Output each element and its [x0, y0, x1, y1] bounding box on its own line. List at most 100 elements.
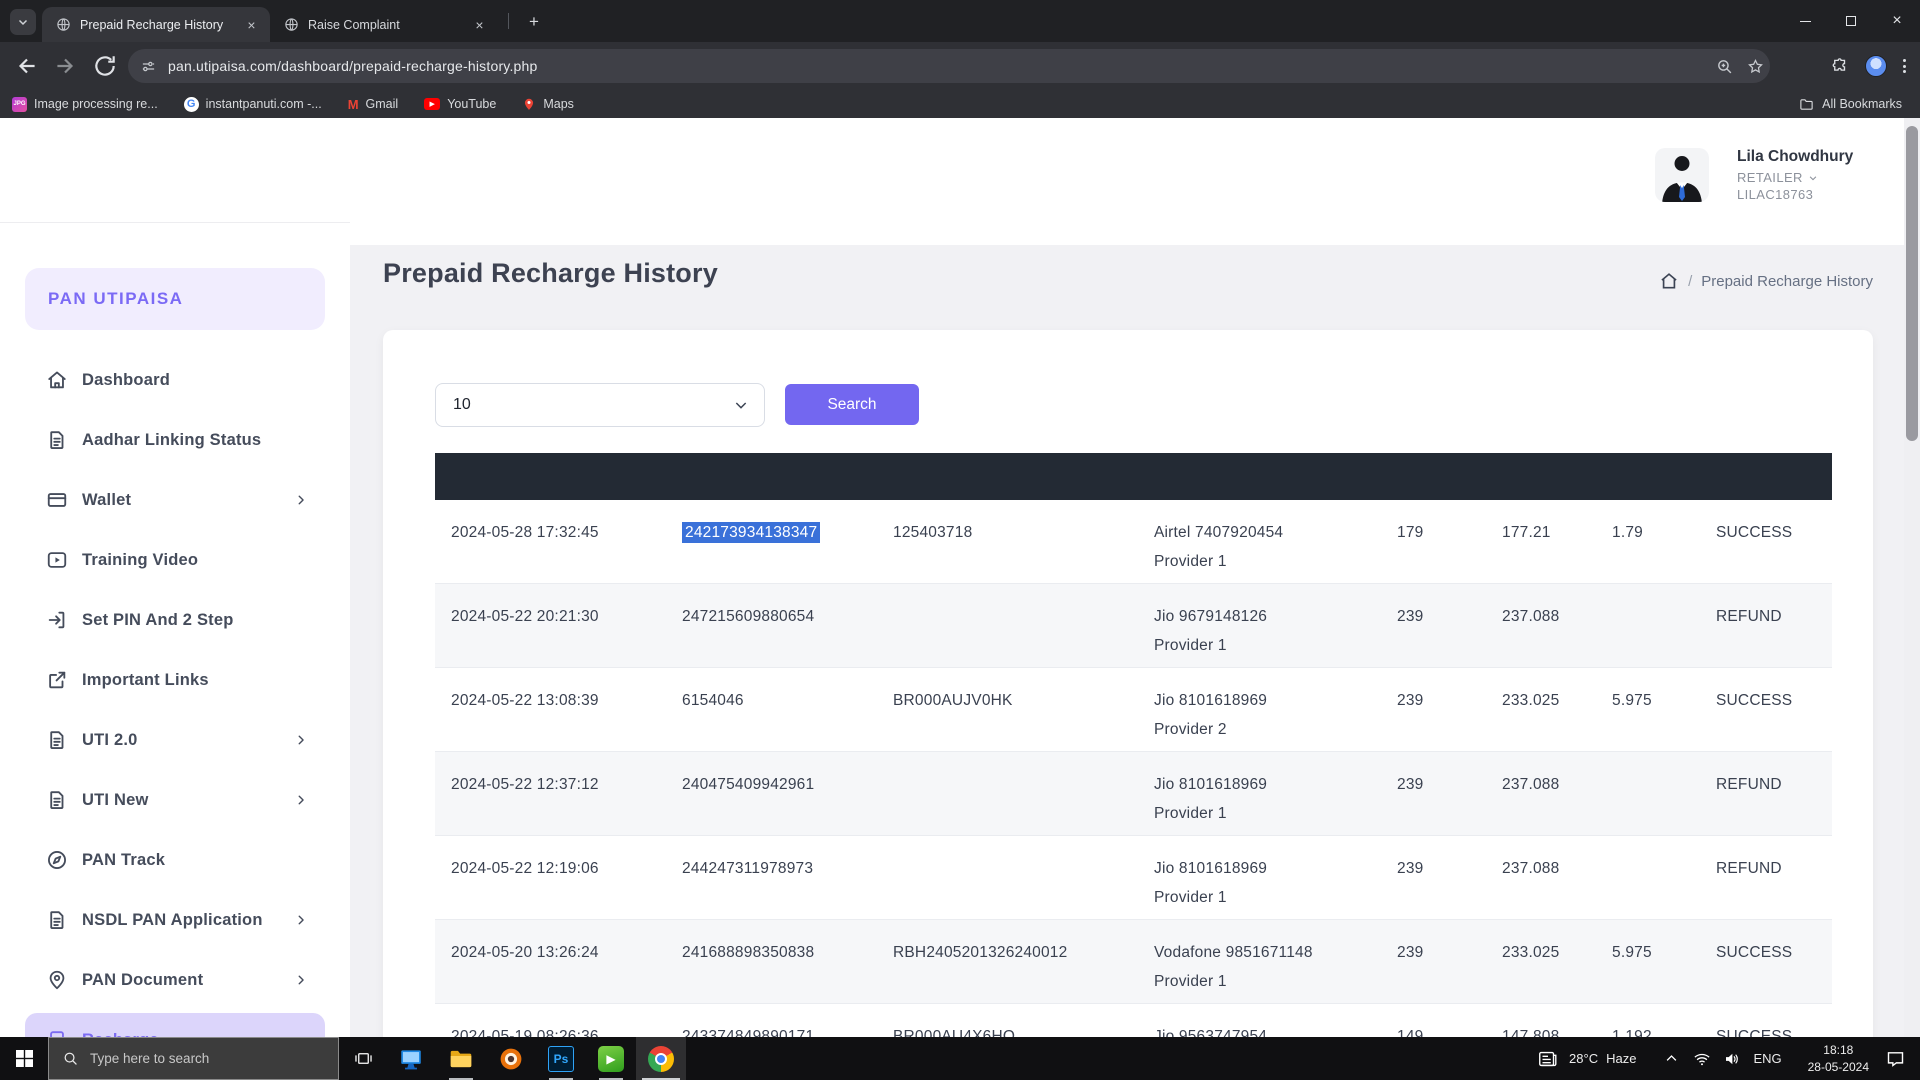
photoshop-button[interactable]: Ps — [536, 1037, 586, 1080]
table-row[interactable]: 2024-05-22 13:08:39 6154046 BR000AUJV0HK… — [435, 668, 1832, 752]
sidebar-item-label: Aadhar Linking Status — [82, 431, 261, 450]
language-indicator[interactable]: ENG — [1753, 1051, 1781, 1066]
minimize-button[interactable] — [1782, 0, 1828, 42]
site-settings-icon[interactable] — [141, 59, 156, 74]
menu-kebab-icon[interactable] — [1903, 59, 1906, 73]
chevron-right-icon — [294, 973, 308, 987]
start-button[interactable] — [0, 1037, 48, 1080]
monitor-icon — [398, 1046, 424, 1072]
url-bar[interactable]: pan.utipaisa.com/dashboard/prepaid-recha… — [128, 49, 1770, 83]
page-size-select[interactable]: 10 — [435, 383, 765, 427]
browser-tab[interactable]: Prepaid Recharge History × — [42, 7, 270, 42]
bookmark-label: Maps — [543, 97, 574, 111]
transaction-id-text: 6154046 — [682, 692, 744, 709]
news-weather-icon[interactable] — [1537, 1048, 1559, 1070]
cell-status: SUCCESS — [1700, 500, 1832, 583]
browser-tab[interactable]: Raise Complaint × — [270, 7, 498, 42]
bookmark-item[interactable]: Maps — [522, 97, 574, 111]
back-icon[interactable] — [14, 53, 40, 79]
cell-details: Vodafone 9851671148 Provider 1 — [1138, 920, 1381, 1003]
cell-earning — [1596, 752, 1700, 835]
cell-transaction-id: 244247311978973 — [666, 836, 877, 919]
cell-date: 2024-05-22 20:21:30 — [435, 584, 666, 667]
extensions-icon[interactable] — [1831, 57, 1849, 75]
taskbar-search-input[interactable] — [90, 1051, 290, 1066]
sidebar-item-label: Training Video — [82, 551, 198, 570]
search-icon — [63, 1051, 78, 1066]
new-tab-button[interactable]: + — [522, 10, 546, 34]
remote-desktop-button[interactable] — [386, 1037, 436, 1080]
table-row[interactable]: 2024-05-28 17:32:45 242173934138347 1254… — [435, 500, 1832, 584]
bookmark-item[interactable]: ▶ YouTube — [424, 97, 496, 111]
tab-divider — [508, 13, 509, 29]
notification-center-icon[interactable] — [1885, 1048, 1906, 1069]
bookmark-item[interactable]: M Gmail — [348, 97, 399, 112]
weather-condition-label[interactable]: Haze — [1606, 1051, 1636, 1066]
scrollbar[interactable] — [1904, 118, 1920, 1037]
sidebar-item[interactable]: NSDL PAN Application — [0, 890, 350, 950]
bookmark-item[interactable]: G instantpanuti.com -... — [184, 97, 322, 112]
chrome-button[interactable] — [636, 1037, 686, 1080]
scrollbar-thumb[interactable] — [1906, 126, 1918, 441]
profile-texts: Lila Chowdhury RETAILER LILAC18763 — [1737, 148, 1853, 202]
forward-icon[interactable] — [52, 53, 78, 79]
table-row[interactable]: 2024-05-22 12:19:06 244247311978973 Jio … — [435, 836, 1832, 920]
all-bookmarks-button[interactable]: All Bookmarks — [1799, 97, 1902, 112]
taskbar-search[interactable] — [48, 1037, 339, 1080]
tab-search-button[interactable] — [10, 9, 36, 35]
cell-debit: 233.025 — [1486, 668, 1596, 751]
browser-profile-avatar[interactable] — [1865, 55, 1887, 77]
clock[interactable]: 18:18 28-05-2024 — [1808, 1042, 1869, 1074]
temperature-label[interactable]: 28°C — [1569, 1051, 1598, 1066]
cell-date: 2024-05-20 13:26:24 — [435, 920, 666, 1003]
video-icon — [46, 549, 68, 571]
orange-app-button[interactable] — [486, 1037, 536, 1080]
maximize-button[interactable] — [1828, 0, 1874, 42]
sidebar-item-label: NSDL PAN Application — [82, 911, 263, 930]
sidebar-item[interactable]: Training Video — [0, 530, 350, 590]
file-explorer-button[interactable] — [436, 1037, 486, 1080]
transaction-id-text: 240475409942961 — [682, 776, 814, 793]
play-app-button[interactable]: ▶ — [586, 1037, 636, 1080]
table-row[interactable]: 2024-05-22 12:37:12 240475409942961 Jio … — [435, 752, 1832, 836]
bookmark-star-icon[interactable] — [1747, 58, 1764, 75]
cell-status: SUCCESS — [1700, 668, 1832, 751]
close-button[interactable]: × — [1874, 0, 1920, 42]
bookmark-item[interactable]: JPG Image processing re... — [12, 97, 158, 112]
sidebar-item[interactable]: UTI New — [0, 770, 350, 830]
chevron-right-icon — [294, 733, 308, 747]
wifi-icon[interactable] — [1693, 1050, 1711, 1068]
sidebar-item[interactable]: Wallet — [0, 470, 350, 530]
omnibox-actions — [1716, 49, 1764, 83]
cell-transaction-id: 243374849890171 — [666, 1004, 877, 1037]
chevron-up-icon[interactable] — [1664, 1051, 1679, 1066]
cell-details: Jio 9679148126 Provider 1 — [1138, 584, 1381, 667]
tab-close-icon[interactable]: × — [471, 16, 488, 33]
table-row[interactable]: 2024-05-20 13:26:24 241688898350838 RBH2… — [435, 920, 1832, 1004]
sidebar-item[interactable]: Aadhar Linking Status — [0, 410, 350, 470]
cell-status: REFUND — [1700, 836, 1832, 919]
volume-icon[interactable] — [1723, 1050, 1741, 1068]
sidebar-item[interactable]: PAN Document — [0, 950, 350, 1010]
search-button[interactable]: Search — [785, 384, 919, 425]
brand-box[interactable]: PAN UTIPAISA — [25, 268, 325, 330]
sidebar-item[interactable]: PAN Track — [0, 830, 350, 890]
home-icon[interactable] — [1659, 271, 1679, 291]
sidebar-item[interactable]: UTI 2.0 — [0, 710, 350, 770]
table-row[interactable]: 2024-05-19 08:26:36 243374849890171 BR00… — [435, 1004, 1832, 1037]
sidebar-item[interactable]: Important Links — [0, 650, 350, 710]
sidebar-item[interactable]: Recharge — [0, 1010, 350, 1037]
sidebar-item[interactable]: Set PIN And 2 Step — [0, 590, 350, 650]
task-view-button[interactable] — [340, 1037, 386, 1080]
cell-earning — [1596, 836, 1700, 919]
sidebar-item[interactable]: Dashboard — [0, 350, 350, 410]
login-icon — [46, 609, 68, 631]
table-row[interactable]: 2024-05-22 20:21:30 247215609880654 Jio … — [435, 584, 1832, 668]
sidebar-item-label: Important Links — [82, 671, 209, 690]
user-role[interactable]: RETAILER — [1737, 170, 1853, 185]
reload-icon[interactable] — [92, 53, 118, 79]
user-profile[interactable]: Lila Chowdhury RETAILER LILAC18763 — [1655, 148, 1853, 202]
zoom-icon[interactable] — [1716, 58, 1733, 75]
tab-close-icon[interactable]: × — [243, 16, 260, 33]
transaction-id-text: 247215609880654 — [682, 608, 814, 625]
